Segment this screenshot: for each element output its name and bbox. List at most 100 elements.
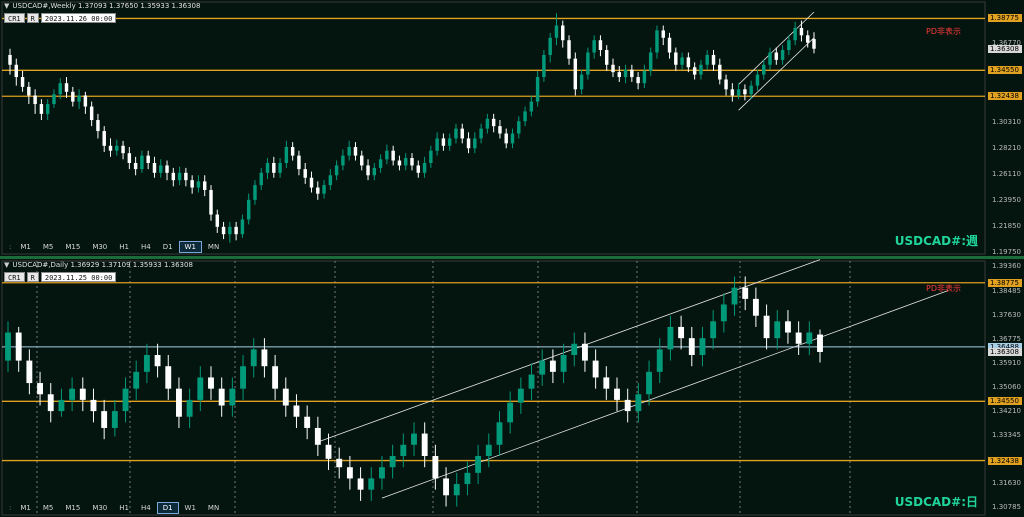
- timeframe-m30-button[interactable]: M30: [86, 241, 113, 253]
- cr-button[interactable]: CR1: [4, 13, 25, 23]
- candle-body: [45, 104, 50, 114]
- timeframe-m1-button[interactable]: M1: [14, 241, 37, 253]
- candle-body: [799, 27, 804, 36]
- candle-body: [529, 101, 534, 112]
- timeframe-d1-button[interactable]: D1: [156, 502, 179, 514]
- price-axis-label: 1.35910: [992, 359, 1021, 368]
- candle-body: [561, 25, 565, 41]
- cr-button[interactable]: CR1: [4, 272, 25, 282]
- r-button[interactable]: R: [26, 13, 39, 23]
- candle: [234, 221, 238, 241]
- candle: [688, 326, 695, 367]
- candle: [517, 116, 521, 139]
- candle-body: [592, 40, 596, 53]
- candle: [209, 185, 213, 221]
- weekly-datetime-field[interactable]: 2023.11.26 00:00: [40, 13, 117, 23]
- pd-hide-label[interactable]: PD非表示: [926, 283, 961, 294]
- candle: [485, 113, 490, 134]
- candle: [71, 86, 75, 107]
- candle-body: [378, 159, 383, 168]
- candle: [711, 50, 716, 71]
- candle-body: [763, 315, 770, 339]
- timeframe-m5-button[interactable]: M5: [37, 241, 60, 253]
- candle-body: [366, 165, 370, 176]
- timeframe-h1-button[interactable]: H1: [113, 502, 135, 514]
- candle: [389, 444, 396, 479]
- triangle-down-icon[interactable]: ▼: [4, 2, 9, 10]
- level-price-tag: 1.32438: [988, 456, 1022, 465]
- chart-frame: [1, 260, 986, 516]
- weekly-chart-canvas[interactable]: [0, 0, 1024, 256]
- candle-body: [8, 54, 12, 65]
- candle: [475, 444, 482, 485]
- candle: [680, 52, 684, 70]
- candle-body: [422, 162, 427, 173]
- candle: [422, 156, 427, 178]
- candle-body: [742, 287, 749, 299]
- candle-body: [304, 416, 311, 428]
- daily-chart-pane[interactable]: ▼ USDCAD#,Daily 1.36929 1.37109 1.35933 1…: [0, 259, 1024, 517]
- candle-body: [101, 411, 108, 428]
- candle: [678, 315, 685, 350]
- timeframe-w1-button[interactable]: W1: [179, 502, 202, 514]
- candle: [646, 360, 652, 406]
- current-price-tag: 1.36308: [988, 44, 1022, 53]
- candle-body: [793, 27, 797, 41]
- candle: [535, 70, 540, 107]
- timeframe-mn-button[interactable]: MN: [202, 241, 225, 253]
- timeframe-w1-button[interactable]: W1: [178, 241, 202, 253]
- candle-body: [293, 405, 300, 417]
- candle: [655, 25, 659, 59]
- candle-body: [542, 54, 546, 78]
- candle: [592, 349, 599, 389]
- candle-body: [171, 172, 176, 181]
- weekly-chart-pane[interactable]: ▼ USDCAD#,Weekly 1.37093 1.37650 1.35933 …: [0, 0, 1024, 256]
- daily-title-text: USDCAD#,Daily 1.36929 1.37109 1.35933 1.…: [12, 261, 193, 269]
- timeframe-h4-button[interactable]: H4: [135, 241, 157, 253]
- candle: [624, 388, 631, 423]
- timeframe-mn-button[interactable]: MN: [202, 502, 225, 514]
- candle-body: [692, 67, 697, 75]
- candle: [567, 35, 571, 65]
- timeframe-m15-button[interactable]: M15: [59, 502, 86, 514]
- daily-chart-canvas[interactable]: [0, 259, 1024, 517]
- daily-datetime-field[interactable]: 2023.11.25 00:00: [40, 272, 117, 282]
- candle: [115, 139, 119, 156]
- candle-body: [454, 128, 458, 139]
- triangle-down-icon[interactable]: ▼: [4, 261, 9, 269]
- candle: [435, 132, 439, 156]
- candle: [218, 377, 225, 417]
- candle-body: [447, 138, 452, 146]
- daily-symbol-watermark: USDCAD#:日: [894, 495, 978, 509]
- timeframe-m30-button[interactable]: M30: [86, 502, 113, 514]
- pd-hide-label[interactable]: PD非表示: [926, 26, 961, 37]
- candle: [561, 20, 565, 48]
- candle-body: [400, 444, 407, 457]
- candle-body: [202, 181, 207, 190]
- r-button[interactable]: R: [26, 272, 39, 282]
- candle: [403, 153, 408, 171]
- candle-body: [705, 54, 709, 65]
- timeframe-m1-button[interactable]: M1: [14, 502, 37, 514]
- candle: [14, 58, 19, 86]
- candle: [542, 50, 546, 82]
- candle: [692, 62, 697, 80]
- candle-body: [336, 458, 343, 468]
- candle: [69, 377, 76, 412]
- candle: [341, 149, 345, 171]
- candle: [143, 343, 150, 384]
- candle-body: [259, 172, 263, 186]
- candle: [523, 106, 527, 127]
- timeframe-m5-button[interactable]: M5: [37, 502, 60, 514]
- timeframe-h1-button[interactable]: H1: [113, 241, 135, 253]
- candle-body: [33, 95, 37, 105]
- candle: [774, 47, 779, 65]
- candle-body: [159, 165, 163, 173]
- timeframe-h4-button[interactable]: H4: [135, 502, 157, 514]
- timeframe-d1-button[interactable]: D1: [157, 241, 179, 253]
- timeframe-m15-button[interactable]: M15: [59, 241, 86, 253]
- candle-body: [571, 343, 578, 355]
- candle-body: [152, 162, 157, 173]
- candle: [642, 64, 647, 89]
- candle: [261, 338, 268, 378]
